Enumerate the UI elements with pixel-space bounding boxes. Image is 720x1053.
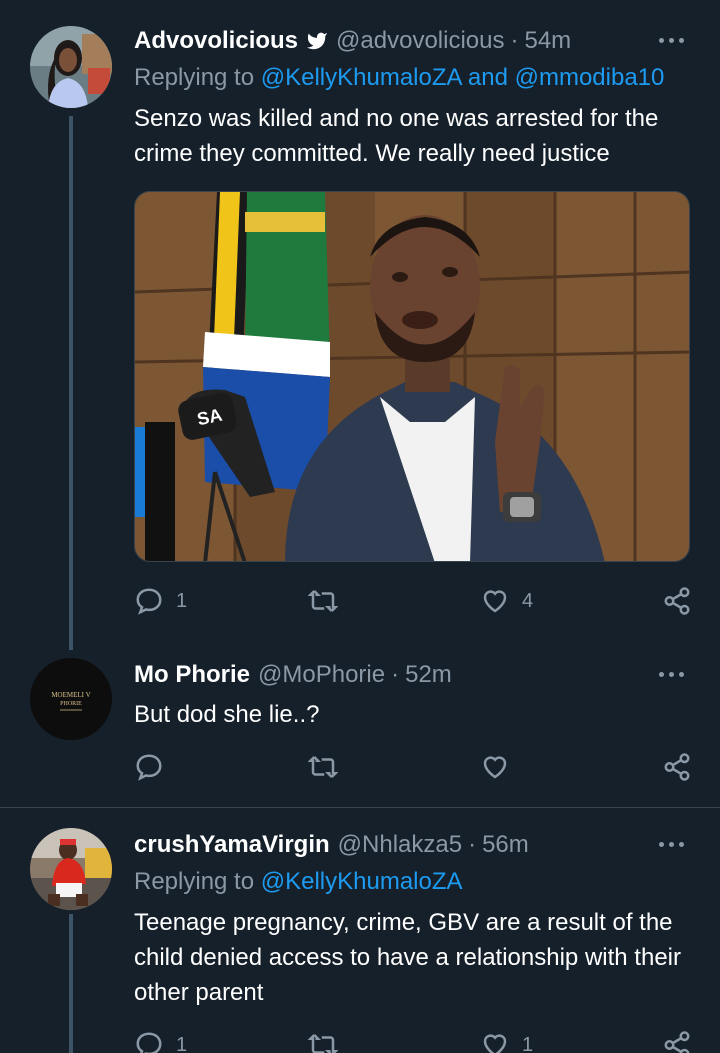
tweet-text: Senzo was killed and no one was arrested… xyxy=(134,105,659,167)
retweet-icon xyxy=(308,1034,338,1053)
separator-dot: · xyxy=(391,661,400,688)
handle[interactable]: @MoPhorie xyxy=(258,661,385,689)
mention-link[interactable]: @mmodiba10 xyxy=(515,64,665,91)
tweet-actions: 1 1 xyxy=(134,1030,694,1053)
tweet-feed: Advovolicious @advovolicious · 54m Reply… xyxy=(0,0,720,1053)
avatar-nhlakza5[interactable] xyxy=(30,828,112,910)
replying-to: Replying to @KellyKhumaloZA xyxy=(134,868,463,896)
like-icon xyxy=(483,1034,507,1053)
more-icon[interactable] xyxy=(656,830,690,860)
timestamp[interactable]: 52m xyxy=(405,661,452,689)
more-icon[interactable] xyxy=(656,26,690,56)
like-icon xyxy=(483,756,507,779)
tweet-actions: 1 4 xyxy=(134,586,694,620)
reply-count: 1 xyxy=(176,589,188,612)
like-icon xyxy=(483,590,507,613)
tweet-advovolicious[interactable]: Advovolicious @advovolicious · 54m Reply… xyxy=(0,0,720,650)
avatar-text-line2: PHORIE xyxy=(60,701,82,707)
timestamp[interactable]: 56m xyxy=(482,831,529,859)
retweet-button[interactable] xyxy=(308,752,350,782)
timestamp[interactable]: 54m xyxy=(524,27,571,55)
reply-button[interactable]: 1 xyxy=(134,1030,187,1053)
avatar-text-line1: MOEMELI V xyxy=(51,691,90,699)
mention-link[interactable]: @KellyKhumaloZA xyxy=(261,64,461,91)
tweet-header: Mo Phorie @MoPhorie · 52m xyxy=(134,658,690,692)
reply-count: 1 xyxy=(176,1033,188,1053)
reply-icon xyxy=(136,588,162,615)
avatar-mophorie[interactable]: MOEMELI V PHORIE xyxy=(30,658,112,740)
share-button[interactable] xyxy=(662,1030,692,1053)
share-icon xyxy=(664,587,690,615)
tweet-header: crushYamaVirgin @Nhlakza5 · 56m xyxy=(134,828,690,862)
share-button[interactable] xyxy=(662,752,692,782)
reply-button[interactable] xyxy=(134,752,176,782)
like-count: 4 xyxy=(522,589,534,612)
tweet-actions xyxy=(134,752,694,786)
retweet-icon xyxy=(308,756,338,778)
share-button[interactable] xyxy=(662,586,692,616)
tweet-nhlakza5[interactable]: crushYamaVirgin @Nhlakza5 · 56m Replying… xyxy=(0,808,720,1053)
like-count: 1 xyxy=(522,1033,534,1053)
like-button[interactable]: 1 xyxy=(480,1030,533,1053)
verified-badge-icon xyxy=(306,30,328,52)
display-name[interactable]: crushYamaVirgin xyxy=(134,831,330,859)
reply-icon xyxy=(136,1032,162,1053)
share-icon xyxy=(664,753,690,781)
retweet-icon xyxy=(308,590,338,612)
thread-line xyxy=(69,914,73,1053)
display-name[interactable]: Advovolicious xyxy=(134,27,298,55)
replying-label: Replying to xyxy=(134,64,255,91)
retweet-button[interactable] xyxy=(308,586,350,616)
handle[interactable]: @advovolicious xyxy=(336,27,504,55)
display-name[interactable]: Mo Phorie xyxy=(134,661,250,689)
more-icon[interactable] xyxy=(656,660,690,690)
replying-label: Replying to xyxy=(134,868,255,895)
tweet-text: Teenage pregnancy, crime, GBV are a resu… xyxy=(134,909,681,1006)
tweet-header: Advovolicious @advovolicious · 54m xyxy=(134,24,690,58)
like-button[interactable]: 4 xyxy=(480,586,533,616)
like-button[interactable] xyxy=(480,752,522,782)
reply-button[interactable]: 1 xyxy=(134,586,187,616)
handle[interactable]: @Nhlakza5 xyxy=(338,831,462,859)
share-icon xyxy=(664,1031,690,1053)
retweet-button[interactable] xyxy=(308,1030,350,1053)
tweet-mophorie[interactable]: MOEMELI V PHORIE Mo Phorie @MoPhorie · 5… xyxy=(0,650,720,808)
replying-to: Replying to @KellyKhumaloZA and @mmodiba… xyxy=(134,64,664,92)
tweet-media-image[interactable]: SA xyxy=(134,191,690,562)
avatar-advovolicious[interactable] xyxy=(30,26,112,108)
mention-link[interactable]: @KellyKhumaloZA xyxy=(261,868,463,895)
separator-dot: · xyxy=(468,831,477,858)
thread-line xyxy=(69,116,73,650)
separator-dot: · xyxy=(510,27,519,54)
mention-joiner: and xyxy=(467,64,508,91)
reply-icon xyxy=(136,754,162,781)
tweet-text: But dod she lie..? xyxy=(134,701,320,728)
